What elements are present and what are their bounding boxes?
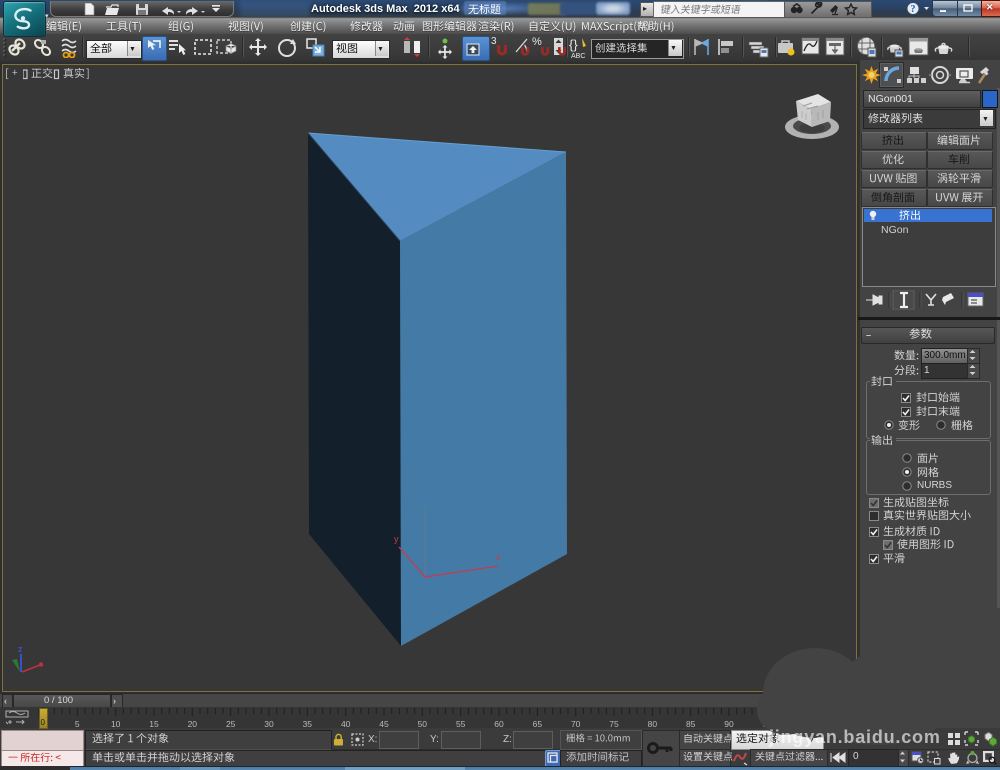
svg-text:80: 80 [648, 719, 658, 728]
svg-text:90: 90 [724, 719, 734, 728]
svg-text:35: 35 [303, 719, 313, 728]
svg-text:5: 5 [75, 719, 80, 728]
svg-text:25: 25 [226, 719, 236, 728]
svg-text:y: y [394, 534, 399, 544]
svg-text:40: 40 [341, 719, 351, 728]
svg-text:55: 55 [456, 719, 466, 728]
svg-text:50: 50 [418, 719, 428, 728]
svg-text:65: 65 [533, 719, 543, 728]
svg-text:?: ? [911, 4, 916, 15]
svg-text:30: 30 [264, 719, 274, 728]
svg-text:45: 45 [379, 719, 389, 728]
svg-text:{}: {} [569, 37, 578, 52]
svg-text:60: 60 [494, 719, 504, 728]
svg-text:70: 70 [571, 719, 581, 728]
svg-text:75: 75 [609, 719, 619, 728]
svg-text:85: 85 [686, 719, 696, 728]
svg-text:10: 10 [111, 719, 121, 728]
svg-text:z: z [18, 644, 23, 654]
svg-text:ABC: ABC [571, 53, 585, 59]
svg-text:20: 20 [188, 719, 198, 728]
svg-text:x: x [496, 552, 501, 562]
svg-text:15: 15 [149, 719, 159, 728]
